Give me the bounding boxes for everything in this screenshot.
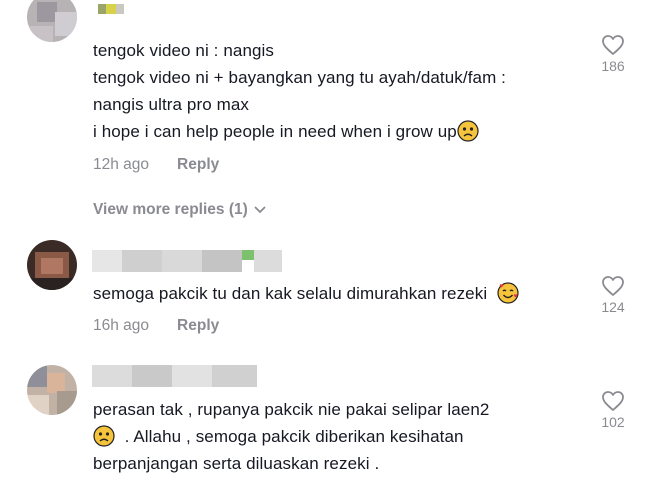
like-button[interactable]: 124 [596,275,630,315]
view-more-replies-label: View more replies (1) [93,201,248,218]
comment-line: semoga pakcik tu dan kak selalu dimurahk… [93,280,573,307]
comment-line: tengok video ni : nangis [93,41,275,60]
comment-line: nangis ultra pro max [93,95,250,114]
comment-text: perasan tak , rupanya pakcik nie pakai s… [93,396,573,477]
frowning-face-icon [457,120,479,142]
comment-line: berpanjangan serta diluaskan rezeki . [93,454,380,473]
like-count: 186 [601,58,625,74]
comment-meta: 16h ago Reply [93,317,219,335]
like-button[interactable]: 186 [596,34,630,74]
comment-meta: 12h ago Reply [93,156,219,174]
smiling-face-with-hearts-icon [497,282,519,304]
heart-outline-icon [602,391,624,411]
comment-text: semoga pakcik tu dan kak selalu dimurahk… [93,280,573,307]
like-count: 102 [601,414,625,430]
like-count: 124 [601,299,625,315]
avatar[interactable] [27,0,77,42]
chevron-down-icon [254,206,266,214]
like-button[interactable]: 102 [596,390,630,430]
heart-outline-icon [602,35,624,55]
comment-text: tengok video ni : nangis tengok video ni… [93,37,573,145]
reply-button[interactable]: Reply [177,156,219,173]
username-redacted[interactable] [92,4,132,26]
reply-button[interactable]: Reply [177,317,219,334]
frowning-face-icon [93,425,115,447]
comment-line: perasan tak , rupanya pakcik nie pakai s… [93,400,490,419]
username-redacted[interactable] [92,365,282,387]
avatar[interactable] [27,240,77,290]
comment-time: 16h ago [93,317,150,334]
comment-line: tengok video ni + bayangkan yang tu ayah… [93,68,507,87]
comment-line: . Allahu , semoga pakcik diberikan kesih… [93,423,573,450]
comment-line: i hope i can help people in need when i … [93,118,573,145]
heart-outline-icon [602,276,624,296]
username-redacted[interactable] [92,250,282,272]
avatar[interactable] [27,365,77,415]
comment-time: 12h ago [93,156,150,173]
view-more-replies-button[interactable]: View more replies (1) [93,201,266,219]
